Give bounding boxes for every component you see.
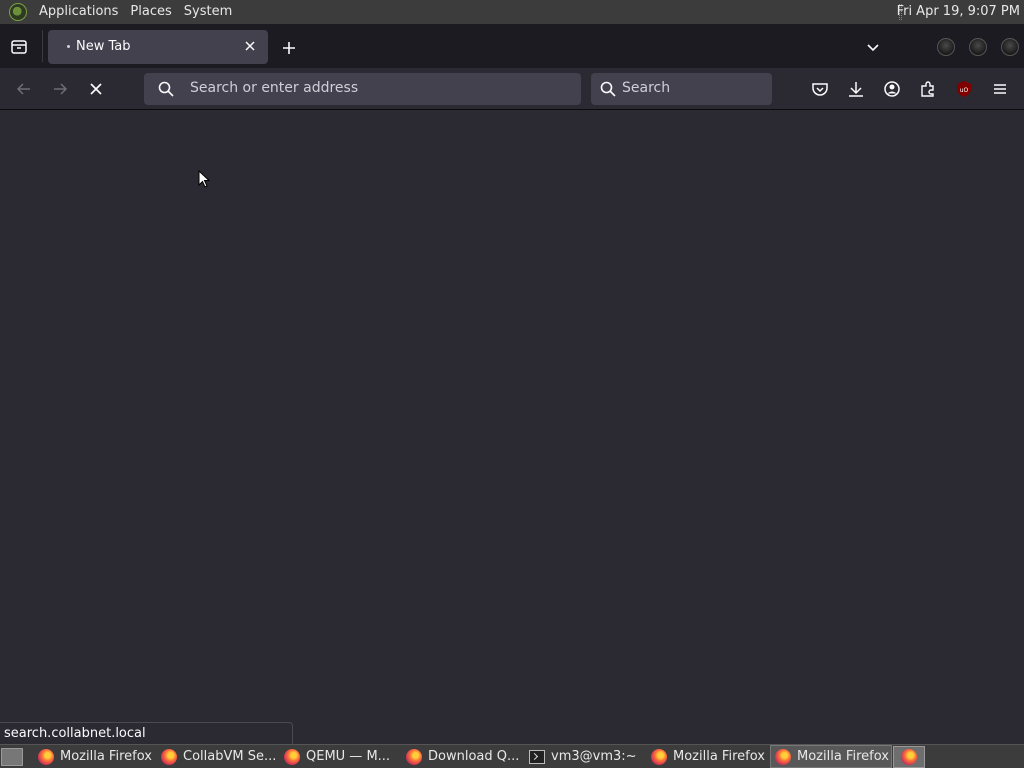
show-desktop-icon[interactable] <box>1 748 23 766</box>
taskbar-item-label: vm3@vm3:~ <box>551 749 637 764</box>
pocket-icon[interactable] <box>810 79 830 99</box>
url-bar-placeholder: Search or enter address <box>190 80 359 96</box>
taskbar-item-label: CollabVM Se... <box>183 749 277 764</box>
taskbar: Mozilla Firefox CollabVM Se... QEMU — M.… <box>0 744 1024 768</box>
account-icon[interactable] <box>882 79 902 99</box>
firefox-icon <box>406 748 422 765</box>
status-panel: search.collabnet.local <box>0 722 293 744</box>
list-all-tabs-icon[interactable] <box>864 38 882 56</box>
search-icon <box>157 80 175 98</box>
taskbar-item-label: Mozilla Firefox <box>673 749 765 764</box>
minimize-button[interactable] <box>937 38 955 56</box>
firefox-icon <box>775 748 791 765</box>
taskbar-item-label: Download Q... <box>428 749 520 764</box>
taskbar-item[interactable]: CollabVM Se... <box>157 745 279 768</box>
tab-title: New Tab <box>76 39 131 54</box>
top-panel: Applications Places System Fri Apr 19, 9… <box>0 0 1024 24</box>
url-bar[interactable]: Search or enter address <box>144 73 581 105</box>
search-bar-placeholder: Search <box>622 80 671 96</box>
maximize-button[interactable] <box>969 38 987 56</box>
terminal-icon <box>529 749 545 764</box>
tab-divider <box>42 30 43 62</box>
taskbar-item[interactable]: Download Q... <box>402 745 524 768</box>
distro-logo-icon[interactable] <box>9 3 27 21</box>
navigation-toolbar: Search or enter address Search uO <box>0 68 1024 110</box>
hamburger-menu-icon[interactable] <box>990 79 1010 99</box>
taskbar-item[interactable]: Mozilla Firefox <box>647 745 769 768</box>
ublock-origin-icon[interactable]: uO <box>954 79 974 99</box>
taskbar-item-icon-only[interactable] <box>893 746 925 768</box>
close-tab-icon[interactable] <box>240 36 260 56</box>
mouse-cursor-icon <box>198 170 212 190</box>
firefox-view-icon[interactable] <box>10 38 28 56</box>
svg-text:uO: uO <box>960 87 969 94</box>
firefox-icon <box>161 748 177 765</box>
tab-strip: New Tab <box>0 24 1024 68</box>
taskbar-item[interactable]: vm3@vm3:~ <box>525 745 647 768</box>
firefox-icon <box>38 748 54 765</box>
taskbar-item-label: QEMU — M... <box>306 749 391 764</box>
menu-applications[interactable]: Applications <box>33 0 124 24</box>
back-icon[interactable] <box>14 79 34 99</box>
taskbar-item-label: Mozilla Firefox <box>60 749 152 764</box>
search-icon <box>599 80 617 98</box>
new-tab-button[interactable] <box>279 38 299 58</box>
taskbar-item-label: Mozilla Firefox <box>797 749 889 764</box>
taskbar-item-active[interactable]: Mozilla Firefox <box>770 745 892 768</box>
firefox-icon <box>651 748 667 765</box>
clock[interactable]: Fri Apr 19, 9:07 PM <box>897 0 1020 24</box>
firefox-icon <box>284 748 300 765</box>
loading-dot-icon <box>67 45 70 48</box>
forward-icon[interactable] <box>50 79 70 99</box>
taskbar-item[interactable]: Mozilla Firefox <box>34 745 156 768</box>
stop-loading-icon[interactable] <box>86 79 106 99</box>
downloads-icon[interactable] <box>846 79 866 99</box>
extensions-icon[interactable] <box>918 79 938 99</box>
close-window-button[interactable] <box>1001 38 1019 56</box>
tab-new-tab[interactable]: New Tab <box>48 30 268 64</box>
menu-system[interactable]: System <box>178 0 238 24</box>
firefox-icon <box>901 749 917 765</box>
taskbar-item[interactable]: QEMU — M... <box>280 745 402 768</box>
menu-places[interactable]: Places <box>124 0 177 24</box>
page-content[interactable] <box>0 111 1024 744</box>
search-bar[interactable]: Search <box>591 73 772 105</box>
